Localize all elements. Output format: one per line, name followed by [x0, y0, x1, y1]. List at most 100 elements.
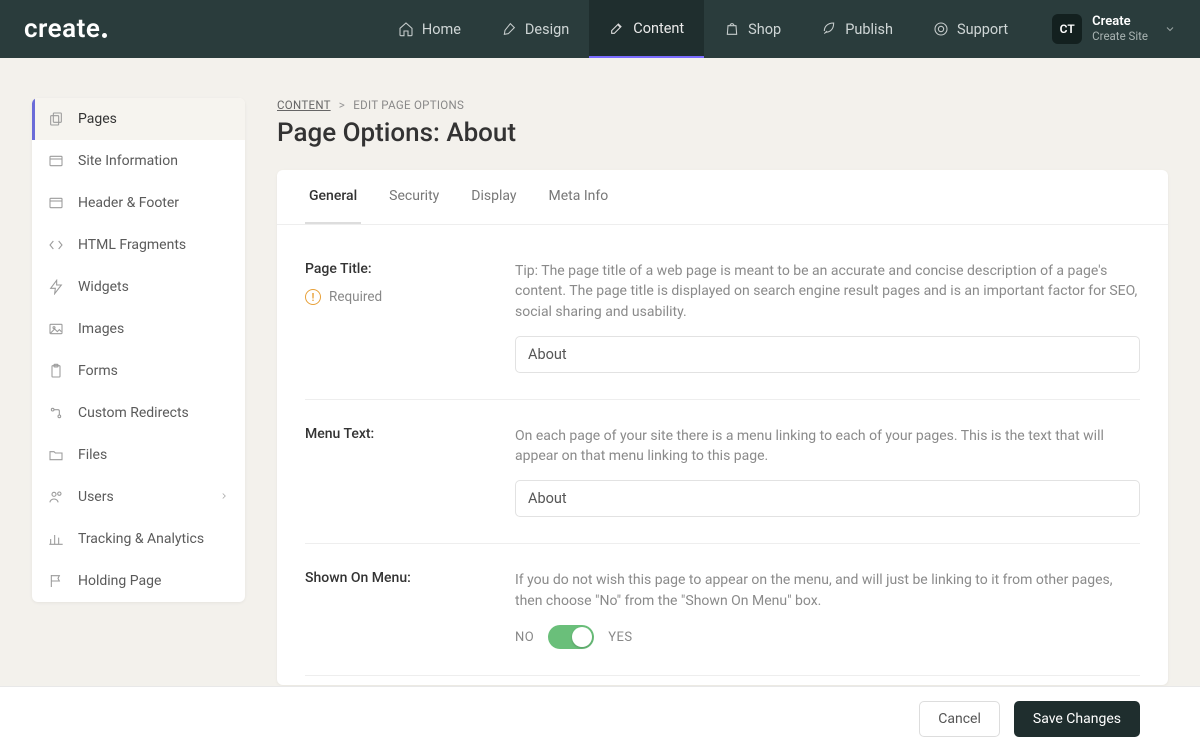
nav-content[interactable]: Content [589, 0, 704, 58]
bag-icon [724, 21, 740, 37]
nav-items: Home Design Content Shop Publish Support [378, 0, 1028, 58]
page-title-input[interactable] [515, 336, 1140, 373]
tab-meta-info[interactable]: Meta Info [545, 170, 613, 224]
required-indicator: Required [305, 289, 475, 305]
chart-icon [48, 531, 64, 547]
required-text: Required [329, 289, 382, 305]
nav-label: Home [422, 21, 461, 38]
clipboard-icon [48, 363, 64, 379]
sidebar-item-label: Tracking & Analytics [78, 531, 204, 547]
tab-security[interactable]: Security [385, 170, 443, 224]
brand-logo[interactable]: create [24, 14, 107, 44]
sidebar-item-tracking-analytics[interactable]: Tracking & Analytics [32, 518, 245, 560]
edit-icon [609, 20, 625, 36]
toggle-no-label: NO [515, 630, 534, 645]
nav-label: Support [957, 21, 1008, 38]
sidebar-item-custom-redirects[interactable]: Custom Redirects [32, 392, 245, 434]
nav-design[interactable]: Design [481, 0, 589, 58]
save-button[interactable]: Save Changes [1014, 701, 1140, 737]
field-page-title: Page Title: Required Tip: The page title… [305, 235, 1140, 400]
sidebar-item-users[interactable]: Users [32, 476, 245, 518]
page-title: Page Options: About [277, 118, 1168, 148]
sidebar-item-label: Site Information [78, 153, 178, 169]
shown-on-menu-toggle[interactable] [548, 625, 594, 649]
image-icon [48, 321, 64, 337]
field-shown-on-menu: Shown On Menu: If you do not wish this p… [305, 544, 1140, 676]
nav-shop[interactable]: Shop [704, 0, 801, 58]
main-content: CONTENT > EDIT PAGE OPTIONS Page Options… [277, 98, 1168, 685]
field-label: Menu Text: [305, 426, 475, 442]
field-tip: Tip: The page title of a web page is mea… [515, 261, 1140, 322]
field-label: Page Title: [305, 261, 475, 277]
tab-display[interactable]: Display [467, 170, 520, 224]
top-nav: create Home Design Content Shop Publish … [0, 0, 1200, 58]
avatar: CT [1052, 14, 1082, 44]
sidebar-item-header-footer[interactable]: Header & Footer [32, 182, 245, 224]
tab-general[interactable]: General [305, 170, 361, 224]
brand-dot-icon [102, 33, 107, 38]
copy-icon [48, 111, 64, 127]
sidebar-item-label: Header & Footer [78, 195, 179, 211]
brush-icon [501, 21, 517, 37]
bolt-icon [48, 279, 64, 295]
action-bar: Cancel Save Changes [0, 686, 1200, 750]
menu-text-input[interactable] [515, 480, 1140, 517]
nav-label: Content [633, 20, 684, 37]
nav-label: Publish [845, 21, 893, 38]
cancel-button[interactable]: Cancel [919, 701, 1000, 737]
account-subtitle: Create Site [1092, 30, 1148, 43]
sidebar-item-label: HTML Fragments [78, 237, 186, 253]
sidebar: Pages Site Information Header & Footer H… [32, 98, 245, 602]
support-icon [933, 21, 949, 37]
breadcrumb-root[interactable]: CONTENT [277, 98, 331, 112]
alert-icon [305, 289, 321, 305]
breadcrumb-separator: > [339, 98, 345, 112]
chevron-down-icon [1164, 20, 1176, 39]
nav-publish[interactable]: Publish [801, 0, 913, 58]
field-menu-text: Menu Text: On each page of your site the… [305, 400, 1140, 545]
sidebar-item-widgets[interactable]: Widgets [32, 266, 245, 308]
sidebar-item-label: Pages [78, 111, 117, 127]
breadcrumb-current: EDIT PAGE OPTIONS [353, 98, 464, 112]
home-icon [398, 21, 414, 37]
field-tip: If you do not wish this page to appear o… [515, 570, 1140, 611]
sidebar-item-label: Forms [78, 363, 118, 379]
rocket-icon [821, 21, 837, 37]
sidebar-item-label: Images [78, 321, 124, 337]
flag-icon [48, 573, 64, 589]
redirect-icon [48, 405, 64, 421]
sidebar-item-site-information[interactable]: Site Information [32, 140, 245, 182]
sidebar-item-label: Widgets [78, 279, 129, 295]
folder-icon [48, 447, 64, 463]
field-label: Shown On Menu: [305, 570, 475, 586]
breadcrumb: CONTENT > EDIT PAGE OPTIONS [277, 98, 1168, 112]
sidebar-item-label: Files [78, 447, 107, 463]
account-text: Create Create Site [1092, 15, 1148, 43]
settings-card: General Security Display Meta Info Page … [277, 170, 1168, 685]
sidebar-item-label: Custom Redirects [78, 405, 189, 421]
window-icon [48, 195, 64, 211]
account-menu[interactable]: CT Create Create Site [1052, 14, 1176, 44]
users-icon [48, 489, 64, 505]
nav-label: Shop [748, 21, 781, 38]
nav-label: Design [525, 21, 569, 38]
chevron-right-icon [219, 489, 229, 505]
nav-home[interactable]: Home [378, 0, 481, 58]
account-name: Create [1092, 15, 1148, 30]
sidebar-item-label: Users [78, 489, 114, 505]
toggle-yes-label: YES [608, 630, 632, 645]
sidebar-item-forms[interactable]: Forms [32, 350, 245, 392]
sidebar-item-holding-page[interactable]: Holding Page [32, 560, 245, 602]
sidebar-item-label: Holding Page [78, 573, 161, 589]
brand-text: create [24, 14, 100, 44]
nav-support[interactable]: Support [913, 0, 1028, 58]
window-icon [48, 153, 64, 169]
field-parent-page: Parent Page: When using the Drop-Down Me… [305, 676, 1140, 685]
field-tip: On each page of your site there is a men… [515, 426, 1140, 467]
code-icon [48, 237, 64, 253]
sidebar-item-html-fragments[interactable]: HTML Fragments [32, 224, 245, 266]
tabs: General Security Display Meta Info [277, 170, 1168, 225]
sidebar-item-pages[interactable]: Pages [32, 98, 245, 140]
sidebar-item-files[interactable]: Files [32, 434, 245, 476]
sidebar-item-images[interactable]: Images [32, 308, 245, 350]
